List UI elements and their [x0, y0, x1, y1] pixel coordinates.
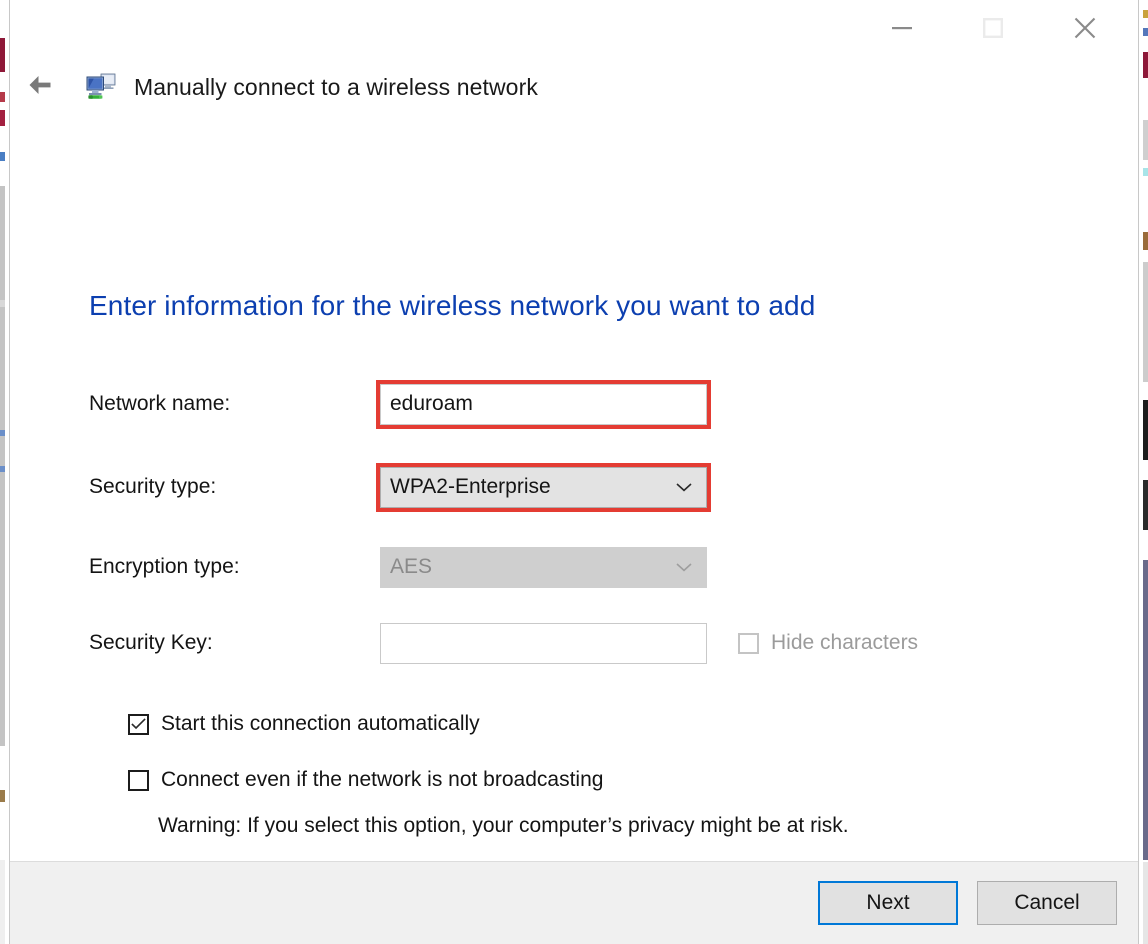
bg-fleck [0, 790, 5, 802]
bg-fleck [0, 466, 5, 472]
connect-not-broadcasting-checkbox[interactable]: Connect even if the network is not broad… [128, 768, 603, 792]
minimize-icon [890, 16, 914, 40]
security-type-value: WPA2-Enterprise [390, 475, 551, 498]
security-type-field-wrap: WPA2-Enterprise [376, 462, 711, 512]
cancel-button[interactable]: Cancel [977, 881, 1117, 925]
page-title: Enter information for the wireless netwo… [89, 290, 816, 321]
checkbox-icon [738, 632, 759, 654]
security-type-label: Security type: [89, 475, 217, 498]
dialog-header: Manually connect to a wireless network [10, 56, 1138, 118]
bg-fleck [0, 38, 5, 72]
bg-fleck [1143, 168, 1148, 176]
encryption-type-dropdown: AES [380, 546, 707, 588]
checkbox-icon [128, 769, 149, 791]
security-key-input[interactable] [380, 622, 707, 664]
maximize-icon [981, 16, 1005, 40]
window-title: Manually connect to a wireless network [134, 73, 538, 100]
background-window-strip-right [1139, 0, 1148, 944]
security-key-field-wrap [380, 622, 707, 664]
close-icon [1071, 14, 1099, 42]
start-automatically-label: Start this connection automatically [161, 712, 480, 735]
next-button[interactable]: Next [818, 881, 958, 925]
bg-fleck [0, 860, 5, 944]
bg-fleck [1143, 28, 1148, 36]
bg-fleck [0, 152, 5, 161]
bg-fleck [1143, 120, 1148, 160]
bg-fleck [1143, 232, 1148, 250]
bg-fleck [0, 110, 5, 126]
network-name-field-wrap [376, 379, 711, 429]
bg-fleck [1143, 862, 1148, 944]
network-name-label: Network name: [89, 392, 231, 415]
bg-fleck [1143, 560, 1148, 860]
back-button[interactable] [18, 65, 62, 109]
row-encryption-type: Encryption type: AES [89, 546, 707, 588]
dialog-body: Enter information for the wireless netwo… [10, 118, 1138, 861]
hide-characters-checkbox: Hide characters [738, 622, 918, 664]
maximize-button[interactable] [962, 0, 1024, 56]
connect-not-broadcasting-label: Connect even if the network is not broad… [161, 768, 604, 791]
checkbox-checked-icon [128, 713, 149, 735]
bg-fleck [1143, 10, 1148, 18]
bg-fleck [1143, 52, 1148, 78]
row-network-name: Network name: [89, 379, 711, 429]
dialog-footer: Next Cancel [10, 861, 1138, 944]
encryption-type-field-wrap: AES [380, 546, 707, 588]
title-bar [10, 0, 1138, 56]
network-name-input[interactable] [380, 383, 707, 425]
bg-fleck [0, 92, 5, 102]
minimize-button[interactable] [871, 0, 933, 56]
row-security-key: Security Key: [89, 622, 707, 664]
close-button[interactable] [1054, 0, 1116, 56]
row-security-type: Security type: WPA2-Enterprise [89, 462, 711, 512]
bg-fleck [1143, 400, 1148, 460]
encryption-type-value: AES [390, 555, 433, 578]
security-key-label: Security Key: [89, 631, 213, 654]
bg-fleck [0, 300, 5, 307]
bg-fleck [1143, 480, 1148, 530]
bg-fleck [0, 430, 5, 436]
start-automatically-checkbox[interactable]: Start this connection automatically [128, 712, 480, 736]
hide-characters-label: Hide characters [771, 631, 919, 654]
network-computers-icon [84, 70, 118, 104]
security-type-dropdown[interactable]: WPA2-Enterprise [380, 466, 707, 508]
back-arrow-icon [25, 70, 55, 105]
chevron-down-icon [675, 555, 693, 579]
encryption-type-label: Encryption type: [89, 555, 240, 578]
privacy-warning-text: Warning: If you select this option, your… [158, 814, 849, 837]
chevron-down-icon [675, 475, 693, 499]
background-window-strip-left [0, 0, 9, 944]
dialog-window: Manually connect to a wireless network E… [9, 0, 1139, 944]
bg-fleck [1143, 262, 1148, 382]
